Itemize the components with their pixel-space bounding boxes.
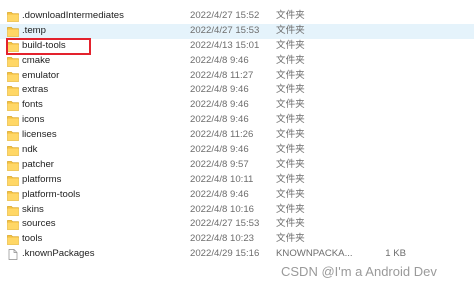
- file-name: tools: [22, 233, 43, 245]
- file-row[interactable]: licenses 2022/4/8 11:26 文件夹: [0, 128, 474, 143]
- file-type: 文件夹: [276, 114, 305, 126]
- file-name: .knownPackages: [22, 248, 95, 260]
- file-date: 2022/4/27 15:52: [190, 10, 260, 21]
- file-type: 文件夹: [276, 24, 305, 36]
- file-row[interactable]: .temp 2022/4/27 15:53 文件夹: [0, 23, 474, 39]
- file-type: 文件夹: [276, 173, 305, 185]
- file-date: 2022/4/8 10:11: [190, 173, 254, 185]
- file-size: 1 KB: [385, 248, 406, 260]
- file-name: .temp: [22, 24, 46, 36]
- file-date: 2022/4/8 9:46: [190, 144, 249, 156]
- file-row[interactable]: skins 2022/4/8 10:16 文件夹: [0, 203, 474, 218]
- file-date: 2022/4/27 15:53: [190, 24, 260, 36]
- file-type: 文件夹: [276, 188, 305, 200]
- file-row[interactable]: sources 2022/4/27 15:53 文件夹: [0, 217, 474, 232]
- file-type: 文件夹: [276, 218, 305, 230]
- file-type: 文件夹: [276, 203, 305, 215]
- file-date: 2022/4/8 9:46: [190, 99, 249, 111]
- file-type: 文件夹: [276, 54, 305, 66]
- file-date: 2022/4/8 11:27: [190, 69, 254, 81]
- file-row[interactable]: platforms 2022/4/8 10:11 文件夹: [0, 173, 474, 188]
- folder-icon: [7, 11, 19, 22]
- folder-icon: [7, 85, 19, 97]
- folder-icon: [7, 205, 19, 216]
- file-type: 文件夹: [276, 99, 305, 111]
- file-type: 文件夹: [276, 84, 305, 96]
- file-row[interactable]: ndk 2022/4/8 9:46 文件夹: [0, 143, 474, 158]
- file-row[interactable]: emulator 2022/4/8 11:27 文件夹: [0, 69, 474, 84]
- file-type: 文件夹: [276, 144, 305, 156]
- file-name: fonts: [22, 99, 43, 111]
- file-name: platforms: [22, 173, 62, 185]
- file-date: 2022/4/27 15:53: [190, 218, 260, 230]
- folder-icon: [7, 26, 19, 37]
- file-name: platform-tools: [22, 188, 81, 200]
- folder-icon: [7, 234, 19, 246]
- folder-icon: [7, 115, 19, 127]
- file-date: 2022/4/8 9:46: [190, 114, 249, 126]
- file-name: sources: [22, 218, 56, 230]
- folder-icon: [7, 71, 19, 82]
- file-name: skins: [22, 203, 44, 215]
- file-name: ndk: [22, 144, 38, 156]
- folder-icon: [7, 100, 19, 112]
- folder-icon: [7, 175, 19, 186]
- file-type: 文件夹: [276, 39, 305, 51]
- file-row[interactable]: .downloadIntermediates 2022/4/27 15:52 文件夹: [0, 9, 474, 24]
- file-date: 2022/4/8 11:26: [190, 129, 254, 141]
- file-row[interactable]: icons 2022/4/8 9:46 文件夹: [0, 113, 474, 128]
- file-date: 2022/4/29 15:16: [190, 248, 260, 260]
- file-type: 文件夹: [276, 158, 305, 170]
- folder-icon: [7, 145, 19, 156]
- file-type: KNOWNPACKA...: [276, 248, 353, 260]
- file-name: emulator: [22, 69, 60, 81]
- file-name: patcher: [22, 158, 54, 170]
- file-row[interactable]: tools 2022/4/8 10:23 文件夹: [0, 232, 474, 247]
- file-type: 文件夹: [276, 69, 305, 81]
- file-name: icons: [22, 114, 45, 126]
- file-row[interactable]: patcher 2022/4/8 9:57 文件夹: [0, 158, 474, 173]
- file-date: 2022/4/13 15:01: [190, 39, 260, 51]
- file-name: licenses: [22, 129, 57, 141]
- file-type: 文件夹: [276, 233, 305, 245]
- file-icon: [7, 249, 19, 261]
- file-date: 2022/4/8 9:46: [190, 84, 249, 96]
- file-name: extras: [22, 84, 49, 96]
- file-row[interactable]: platform-tools 2022/4/8 9:46 文件夹: [0, 188, 474, 203]
- folder-icon: [7, 190, 19, 201]
- watermark: CSDN @I'm a Android Dev: [281, 264, 437, 279]
- folder-icon: [7, 219, 19, 231]
- file-row[interactable]: cmake 2022/4/8 9:46 文件夹: [0, 54, 474, 69]
- file-type: 文件夹: [276, 10, 305, 21]
- file-date: 2022/4/8 9:57: [190, 158, 249, 170]
- file-row[interactable]: .knownPackages 2022/4/29 15:16 KNOWNPACKA.…: [0, 247, 474, 262]
- folder-icon: [7, 130, 19, 141]
- file-date: 2022/4/8 9:46: [190, 188, 249, 200]
- file-name: cmake: [22, 54, 51, 66]
- folder-icon: [7, 160, 19, 171]
- folder-icon: [7, 56, 19, 67]
- file-row[interactable]: fonts 2022/4/8 9:46 文件夹: [0, 98, 474, 113]
- file-name: .downloadIntermediates: [22, 10, 124, 21]
- file-date: 2022/4/8 10:23: [190, 233, 255, 245]
- file-date: 2022/4/8 9:46: [190, 54, 249, 66]
- file-type: 文件夹: [276, 129, 305, 141]
- file-row[interactable]: extras 2022/4/8 9:46 文件夹: [0, 83, 474, 98]
- file-date: 2022/4/8 10:16: [190, 203, 255, 215]
- highlight-box-build-tools: [6, 38, 91, 55]
